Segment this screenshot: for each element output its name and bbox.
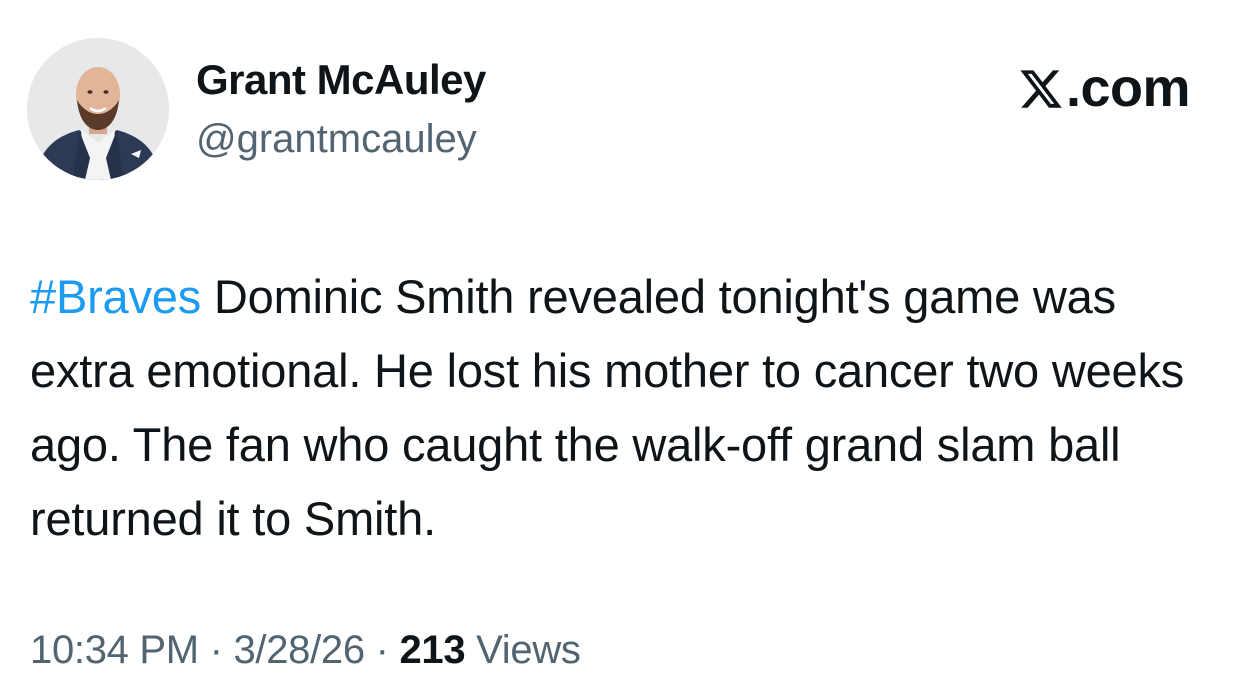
tweet-time[interactable]: 10:34 PM [30, 628, 199, 672]
tweet-text: #Braves Dominic Smith revealed tonight's… [30, 260, 1220, 556]
avatar-photo [27, 38, 169, 180]
brand-x-com: .com [1018, 58, 1191, 118]
avatar[interactable] [27, 38, 169, 180]
tweet-card: Grant McAuley @grantmcauley .com #Braves… [0, 0, 1242, 698]
brand-label: .com [1065, 58, 1191, 118]
tweet-date[interactable]: 3/28/26 [233, 628, 365, 672]
views-label: Views [465, 628, 581, 672]
tweet-body: Dominic Smith revealed tonight's game wa… [30, 270, 1185, 545]
hashtag-link[interactable]: #Braves [30, 270, 201, 323]
tweet-meta: 10:34 PM · 3/28/26 · 213 Views [30, 628, 581, 673]
meta-separator: · [364, 628, 400, 672]
views-count[interactable]: 213 [399, 628, 465, 672]
x-logo-icon [1020, 70, 1062, 108]
meta-separator: · [198, 628, 234, 672]
author-handle[interactable]: @grantmcauley [196, 117, 477, 162]
author-display-name[interactable]: Grant McAuley [196, 56, 486, 104]
